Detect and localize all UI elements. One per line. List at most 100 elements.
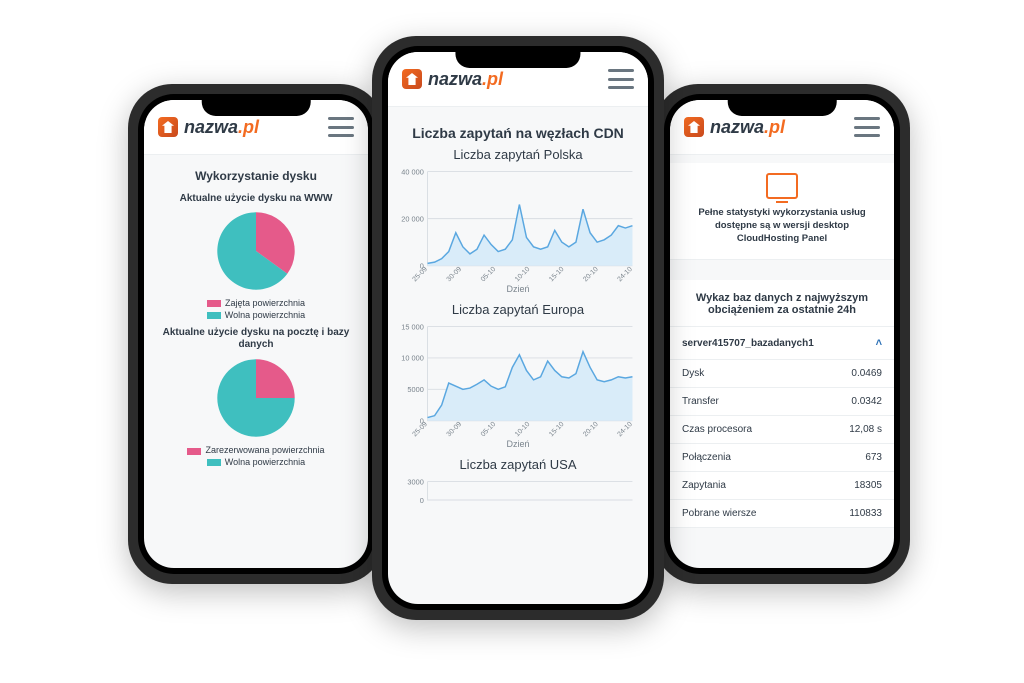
chart-block-eu: Liczba zapytań Europa 0500010 00015 0002… — [398, 302, 638, 449]
chart-title-us: Liczba zapytań USA — [398, 457, 638, 472]
svg-text:15 000: 15 000 — [401, 322, 424, 331]
legend-row: Wolna powierzchnia — [154, 310, 358, 322]
svg-text:10 000: 10 000 — [401, 354, 424, 363]
pie1-title: Aktualne użycie dysku na WWW — [154, 193, 358, 204]
phone-left-inner: nazwa.pl Wykorzystanie dysku Aktualne uż… — [138, 94, 374, 574]
left-title: Wykorzystanie dysku — [154, 169, 358, 183]
swatch-free-icon — [207, 312, 221, 319]
line-chart-pl: 020 00040 00025-0930-0905-1010-1015-1020… — [398, 166, 638, 286]
chevron-up-icon: ˄ — [876, 337, 882, 349]
xlabel-pl: Dzień — [398, 284, 638, 294]
legend-row: Zajęta powierzchnia — [154, 298, 358, 310]
pie1-legend: Zajęta powierzchnia Wolna powierzchnia — [154, 298, 358, 321]
logo[interactable]: nazwa.pl — [684, 117, 785, 138]
legend-row: Zarezerwowana powierzchnia — [154, 445, 358, 457]
svg-text:05-10: 05-10 — [480, 421, 498, 439]
logo-mark-icon — [684, 117, 704, 137]
phone-center-inner: nazwa.pl Liczba zapytań na węzłach CDN L… — [382, 46, 654, 610]
swatch-used-icon — [207, 300, 221, 307]
kv-value: 0.0342 — [851, 396, 882, 407]
svg-text:0: 0 — [420, 496, 424, 504]
center-title: Liczba zapytań na węzłach CDN — [398, 125, 638, 141]
svg-text:10-10: 10-10 — [514, 421, 532, 439]
monitor-icon — [766, 173, 798, 199]
pie-chart-mail-db — [213, 355, 299, 441]
logo-text-2: .pl — [764, 117, 785, 138]
svg-text:25-09: 25-09 — [412, 421, 430, 439]
logo[interactable]: nazwa.pl — [402, 69, 503, 90]
logo-text-2: .pl — [482, 69, 503, 90]
screen-right: nazwa.pl Pełne statystyki wykorzystania … — [670, 100, 894, 568]
kv-row-transfer: Transfer 0.0342 — [670, 388, 894, 416]
chart-title-eu: Liczba zapytań Europa — [398, 302, 638, 317]
db-name: server415707_bazadanych1 — [682, 338, 814, 349]
logo[interactable]: nazwa.pl — [158, 117, 259, 138]
svg-text:20-10: 20-10 — [582, 421, 600, 439]
notch — [455, 46, 580, 68]
info-text: Pełne statystyki wykorzystania usług dos… — [684, 207, 880, 245]
kv-label: Dysk — [682, 368, 704, 379]
logo-text-1: nazwa — [428, 69, 482, 90]
chart-block-us: Liczba zapytań USA 0 3000 — [398, 457, 638, 504]
kv-label: Zapytania — [682, 480, 726, 491]
notch — [728, 94, 837, 116]
db-accordion-head[interactable]: server415707_bazadanych1 ˄ — [670, 327, 894, 360]
logo-text-1: nazwa — [710, 117, 764, 138]
kv-label: Transfer — [682, 396, 719, 407]
notch — [202, 94, 311, 116]
svg-text:25-09: 25-09 — [412, 266, 430, 284]
menu-icon[interactable] — [854, 117, 880, 137]
info-box: Pełne statystyki wykorzystania usług dos… — [670, 163, 894, 260]
kv-row-cpu: Czas procesora 12,08 s — [670, 416, 894, 444]
kv-value: 0.0469 — [851, 368, 882, 379]
screen-left: nazwa.pl Wykorzystanie dysku Aktualne uż… — [144, 100, 368, 568]
phone-left: nazwa.pl Wykorzystanie dysku Aktualne uż… — [128, 84, 384, 584]
line-chart-eu: 0500010 00015 00025-0930-0905-1010-1015-… — [398, 321, 638, 441]
spacer — [670, 260, 894, 280]
swatch-free-icon — [207, 459, 221, 466]
legend-row: Wolna powierzchnia — [154, 457, 358, 469]
kv-label: Czas procesora — [682, 424, 752, 435]
svg-text:24-10: 24-10 — [616, 266, 634, 284]
pie2-legend: Zarezerwowana powierzchnia Wolna powierz… — [154, 445, 358, 468]
kv-row-rows: Pobrane wiersze 110833 — [670, 500, 894, 528]
kv-row-query: Zapytania 18305 — [670, 472, 894, 500]
logo-mark-icon — [402, 69, 422, 89]
legend-free: Wolna powierzchnia — [225, 310, 305, 322]
kv-value: 18305 — [854, 480, 882, 491]
logo-text-2: .pl — [238, 117, 259, 138]
swatch-reserved-icon — [187, 448, 201, 455]
right-section-title: Wykaz baz danych z najwyższym obciążenie… — [670, 280, 894, 327]
right-content: Pełne statystyki wykorzystania usług dos… — [670, 155, 894, 568]
legend-free: Wolna powierzchnia — [225, 457, 305, 469]
xlabel-eu: Dzień — [398, 439, 638, 449]
svg-text:3000: 3000 — [407, 477, 423, 486]
menu-icon[interactable] — [328, 117, 354, 137]
pie2-title: Aktualne użycie dysku na pocztę i bazy d… — [154, 327, 358, 351]
svg-text:15-10: 15-10 — [548, 421, 566, 439]
kv-label: Pobrane wiersze — [682, 508, 756, 519]
kv-value: 110833 — [849, 508, 882, 519]
svg-text:15-10: 15-10 — [548, 266, 566, 284]
pie-chart-www — [213, 208, 299, 294]
chart-title-pl: Liczba zapytań Polska — [398, 147, 638, 162]
menu-icon[interactable] — [608, 69, 634, 89]
legend-used: Zajęta powierzchnia — [225, 298, 305, 310]
phone-center: nazwa.pl Liczba zapytań na węzłach CDN L… — [372, 36, 664, 620]
kv-value: 12,08 s — [849, 424, 882, 435]
kv-row-conn: Połączenia 673 — [670, 444, 894, 472]
svg-text:20-10: 20-10 — [582, 266, 600, 284]
stage: nazwa.pl Wykorzystanie dysku Aktualne uż… — [0, 0, 1024, 683]
legend-reserved: Zarezerwowana powierzchnia — [205, 445, 324, 457]
phone-right: nazwa.pl Pełne statystyki wykorzystania … — [654, 84, 910, 584]
left-content: Wykorzystanie dysku Aktualne użycie dysk… — [144, 155, 368, 568]
kv-label: Połączenia — [682, 452, 731, 463]
phone-right-inner: nazwa.pl Pełne statystyki wykorzystania … — [664, 94, 900, 574]
svg-text:30-09: 30-09 — [446, 421, 464, 439]
chart-block-pl: Liczba zapytań Polska 020 00040 00025-09… — [398, 147, 638, 294]
svg-text:30-09: 30-09 — [446, 266, 464, 284]
screen-center: nazwa.pl Liczba zapytań na węzłach CDN L… — [388, 52, 648, 604]
center-content: Liczba zapytań na węzłach CDN Liczba zap… — [388, 107, 648, 604]
kv-row-disk: Dysk 0.0469 — [670, 360, 894, 388]
svg-text:10-10: 10-10 — [514, 266, 532, 284]
